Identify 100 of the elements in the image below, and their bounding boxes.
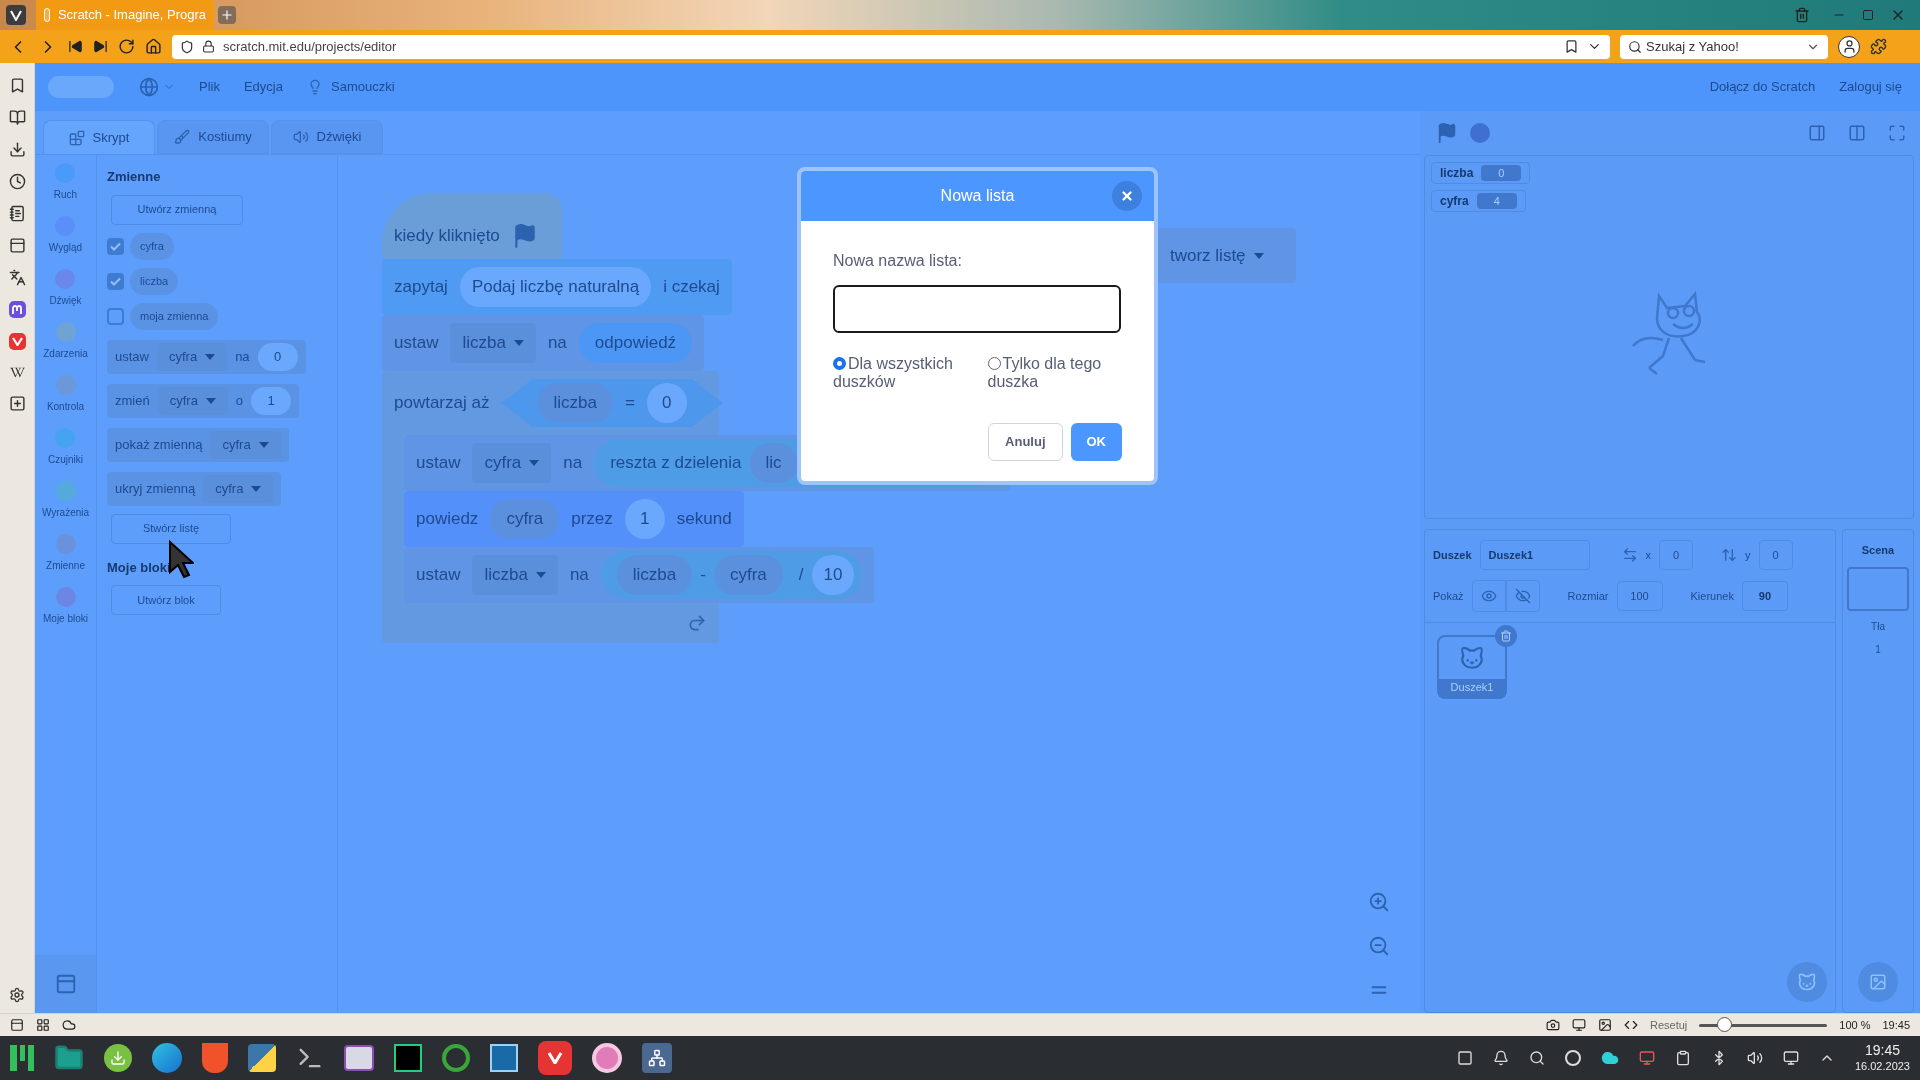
translate-icon[interactable] [8,269,26,286]
reporter-block[interactable]: cyfra [490,499,560,539]
category-label[interactable]: Zmienne [46,558,85,573]
x-field[interactable]: 0 [1659,540,1694,570]
variable-reporter[interactable]: cyfra [130,232,174,260]
panel-toggle-icon[interactable] [10,1018,24,1032]
boolean-block[interactable]: liczba = 0 [501,379,723,427]
category-label[interactable]: Zdarzenia [43,346,88,361]
reporter-block[interactable]: lic [749,443,798,483]
update-icon[interactable] [1564,1050,1581,1066]
url-field[interactable]: scratch.mit.edu/projects/editor [172,34,1610,59]
notifications-icon[interactable] [1492,1050,1509,1066]
zoom-slider[interactable] [1699,1017,1828,1033]
block-dropdown[interactable]: cyfra [203,474,274,503]
size-field[interactable]: 100 [1616,581,1663,611]
display-icon[interactable] [1638,1050,1655,1066]
maximize-icon[interactable] [1862,9,1874,21]
radio-button[interactable] [987,357,1001,370]
editor-tab[interactable]: Skrypt [43,120,155,154]
python-app-icon[interactable] [248,1044,276,1072]
search-field[interactable]: Szukaj z Yahoo! [1646,36,1802,57]
window-icon[interactable] [8,237,26,254]
reporter-block[interactable]: cyfra [713,555,783,595]
search-icon[interactable] [1528,1050,1545,1066]
palette-block[interactable]: pokaż zmienną cyfra [107,427,289,462]
list-name-input[interactable] [833,285,1121,333]
palette-block[interactable]: ukryj zmienną cyfra [107,471,282,506]
block-input[interactable]: 0 [646,383,687,423]
menu-item[interactable]: Edycja [243,77,283,97]
block-dropdown[interactable]: liczba [472,555,558,595]
search-box[interactable]: Szukaj z Yahoo! [1620,34,1828,59]
variable-checkbox[interactable] [107,237,124,255]
operator-block[interactable]: liczba - cyfra / 10 [600,551,863,599]
book-icon[interactable] [8,109,26,126]
fast-forward-icon[interactable] [93,39,108,54]
camera-icon[interactable] [1545,1018,1560,1032]
network-app-icon[interactable] [642,1043,672,1073]
start-menu-icon[interactable] [10,1045,34,1071]
download-icon[interactable] [8,141,26,158]
make-block-button[interactable]: Utwórz blok [111,585,221,615]
taskbar-clock[interactable]: 19:45 [1864,1042,1900,1060]
image-icon[interactable] [1597,1018,1612,1032]
category-label[interactable]: Wygląd [48,240,83,255]
ring-app-icon[interactable] [442,1044,470,1072]
browser-logo-icon[interactable] [6,5,26,25]
editor-tab[interactable]: Dźwięki [271,120,383,154]
block-input[interactable]: Podaj liczbę naturalną [459,267,652,307]
direction-field[interactable]: 90 [1741,581,1788,611]
block-input[interactable]: 0 [257,342,298,371]
sign-in-link[interactable]: Zaloguj się [1839,77,1902,97]
variable-reporter[interactable]: liczba [130,267,179,295]
variable-reporter[interactable]: moja zmienna [130,302,219,330]
extensions-icon[interactable] [1870,38,1887,55]
editor-app-icon[interactable] [490,1044,518,1072]
category-label[interactable]: Moje bloki [43,611,88,626]
block-input[interactable]: 10 [811,555,855,595]
category-label[interactable]: Ruch [53,187,78,202]
variable-checkbox[interactable] [107,272,124,290]
network-icon[interactable] [1782,1050,1799,1066]
cloud-icon[interactable] [62,1018,76,1032]
volume-icon[interactable] [1746,1050,1763,1066]
code-block[interactable]: ustaw liczba na liczba - cyfra / 10 [404,547,875,603]
block-dropdown[interactable]: cyfra [210,430,281,459]
taskbar-date[interactable]: 16.02.2023 [1854,1059,1910,1074]
block-dropdown[interactable]: cyfra [472,443,552,483]
ide-app-icon[interactable] [394,1044,422,1072]
variable-checkbox[interactable] [107,307,124,325]
category-label[interactable]: Czujniki [48,452,83,467]
desktop-icon[interactable] [1456,1050,1473,1066]
scope-radio-option[interactable]: Dla wszystkich duszków [833,355,968,391]
code-block[interactable]: powiedz cyfra przez 1 sekund [404,491,744,547]
clock-icon[interactable] [8,173,26,190]
y-field[interactable]: 0 [1758,540,1793,570]
join-link[interactable]: Dołącz do Scratch [1709,77,1816,97]
block-input[interactable]: 1 [624,499,665,539]
scope-radio-option[interactable]: Tylko dla tego duszka [987,355,1122,391]
category-label[interactable]: Dźwięk [49,293,82,308]
sprite-name-field[interactable]: Duszek1 [1479,540,1590,570]
browser-app-icon[interactable] [152,1043,182,1073]
settings-icon[interactable] [9,987,25,1003]
reporter-block[interactable]: liczba [537,383,613,423]
slider-thumb[interactable] [1716,1017,1732,1032]
dialog-button[interactable]: OK [1070,423,1122,461]
wikipedia-icon[interactable] [9,365,25,380]
screen-app-icon[interactable] [344,1045,374,1071]
window-icon[interactable] [1571,1018,1586,1032]
hat-block[interactable]: kiedy kliknięto [382,193,562,259]
code-block[interactable]: zapytaj Podaj liczbę naturalną i czekaj [382,259,732,315]
editor-tab[interactable]: Kostiumy [157,120,269,154]
category-label[interactable]: Wyrażenia [41,505,90,520]
rewind-icon[interactable] [68,39,83,54]
cloud-sync-icon[interactable] [1600,1049,1619,1067]
reporter-block[interactable]: liczba [616,555,693,595]
dialog-button[interactable]: Anuluj [988,423,1063,461]
block-dropdown[interactable]: cyfra [156,342,228,371]
reporter-block[interactable]: odpowiedź [578,323,693,363]
reload-icon[interactable] [118,38,135,55]
shield-app-icon[interactable] [202,1043,228,1073]
palette-block[interactable]: zmień cyfra o 1 [107,383,300,418]
add-panel-icon[interactable] [8,395,26,412]
